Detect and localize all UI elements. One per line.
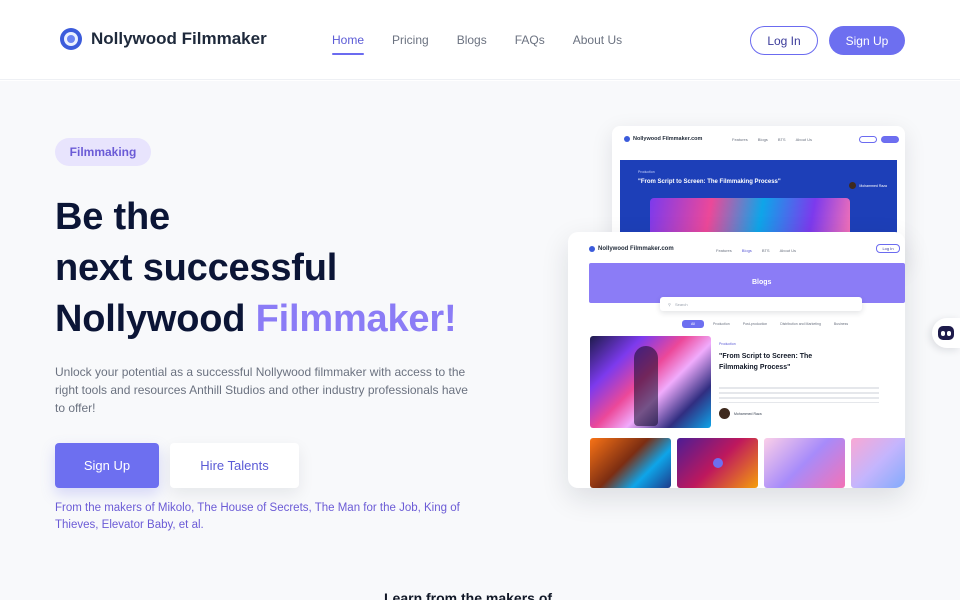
mockup-navbar: Nollywood Filmmaker.com Features Blogs B… bbox=[568, 240, 905, 260]
chip: Business bbox=[833, 322, 849, 326]
nav-home[interactable]: Home bbox=[332, 33, 365, 55]
mockup-logo: Nollywood Filmmaker.com bbox=[589, 246, 674, 252]
mockup-signup-btn bbox=[881, 135, 899, 143]
avatar bbox=[849, 182, 857, 189]
makers-credits: From the makers of Mikolo, The House of … bbox=[55, 502, 460, 531]
avatar bbox=[719, 408, 730, 419]
mockup-banner-title: Blogs bbox=[752, 279, 772, 286]
top-navbar: Nollywood Filmmaker Home Pricing Blogs F… bbox=[0, 0, 960, 80]
category-badge: Filmmaking bbox=[55, 138, 151, 166]
hero-description: Unlock your potential as a successful No… bbox=[55, 365, 468, 415]
mockup-post-excerpt bbox=[719, 387, 879, 403]
mini-logo-icon bbox=[624, 136, 630, 142]
mockup-logo-text: Nollywood Filmmaker.com bbox=[598, 246, 674, 252]
search-icon: ⚲ bbox=[668, 301, 671, 307]
thumbnail bbox=[590, 438, 671, 488]
nav-pricing[interactable]: Pricing bbox=[392, 33, 429, 47]
headline-line-3: Nollywood bbox=[55, 298, 256, 340]
chip: Distribution and Marketing bbox=[780, 322, 821, 326]
logo-text: Nollywood Filmmaker bbox=[91, 29, 267, 48]
chat-widget-button[interactable] bbox=[932, 318, 960, 348]
chip: All bbox=[682, 320, 704, 328]
headline-line-2: next successful bbox=[55, 247, 338, 289]
mockup-logo-text: Nollywood Filmmaker.com bbox=[633, 136, 703, 142]
mockup-search-placeholder: Search bbox=[674, 301, 688, 307]
headline-line-1: Be the bbox=[55, 196, 170, 238]
signup-button-header[interactable]: Sign Up bbox=[829, 26, 905, 55]
mockup-link: Features bbox=[732, 136, 748, 142]
mockup-link: About Us bbox=[795, 136, 813, 142]
chatbot-eye bbox=[947, 330, 951, 336]
mockup-author: Mohammed Raza bbox=[849, 182, 887, 189]
chip: Production bbox=[713, 322, 730, 326]
mockup-search: ⚲ Search bbox=[660, 297, 862, 311]
mockup-navbar: Nollywood Filmmaker.com Features Blogs B… bbox=[612, 126, 905, 152]
nav-blogs[interactable]: Blogs bbox=[457, 33, 487, 47]
mockup-author-name: Mohammed Raza bbox=[734, 411, 762, 416]
mockup-login-btn bbox=[859, 135, 877, 143]
login-button[interactable]: Log In bbox=[750, 26, 818, 55]
mockup-post-title: "From Script to Screen: The Filmmaking P… bbox=[719, 353, 813, 371]
mockup-category: Production bbox=[638, 170, 655, 174]
signup-button-hero[interactable]: Sign Up bbox=[55, 443, 159, 488]
nav-faqs[interactable]: FAQs bbox=[515, 33, 545, 47]
chatbot-eye bbox=[941, 330, 945, 336]
thumbnail bbox=[764, 438, 845, 488]
site-logo[interactable]: Nollywood Filmmaker bbox=[60, 28, 267, 50]
mockup-banner-title: "From Script to Screen: The Filmmaking P… bbox=[638, 179, 781, 185]
mockup-link: BTS bbox=[777, 136, 786, 142]
hire-talents-button[interactable]: Hire Talents bbox=[170, 443, 299, 488]
chip: Post-production bbox=[742, 322, 768, 326]
mockup-post-author: Mohammed Raza bbox=[719, 408, 762, 419]
chatbot-icon bbox=[938, 326, 954, 340]
section-title: Learn from the makers of bbox=[384, 590, 553, 600]
mockup-author-name: Mohammed Raza bbox=[859, 183, 887, 188]
thumbnail bbox=[851, 438, 905, 488]
nav-about-us[interactable]: About Us bbox=[573, 33, 622, 47]
mockup-login-btn: Log In bbox=[876, 244, 900, 253]
mockup-links: Features Blogs BTS About Us bbox=[732, 137, 812, 142]
headline-accent: Filmmaker! bbox=[255, 298, 457, 340]
blog-preview-screenshot-front: Nollywood Filmmaker.com Features Blogs B… bbox=[568, 232, 905, 488]
hero-headline: Be the next successful Nollywood Filmmak… bbox=[55, 192, 457, 345]
mockup-link: Features bbox=[716, 248, 732, 253]
mockup-buttons bbox=[859, 135, 899, 143]
main-nav: Home Pricing Blogs FAQs About Us bbox=[332, 33, 622, 55]
mockup-link: Blogs bbox=[757, 136, 768, 142]
mockup-link-active: Blogs bbox=[741, 248, 752, 253]
mockup-link: BTS bbox=[761, 248, 770, 253]
mockup-category-chips: All Production Post-production Distribut… bbox=[682, 320, 852, 328]
mockup-link: About Us bbox=[779, 248, 797, 253]
mockup-logo: Nollywood Filmmaker.com bbox=[624, 136, 702, 142]
camera-lens-icon bbox=[60, 28, 82, 50]
mockup-post-category: Production bbox=[719, 342, 736, 346]
mockup-thumbnails bbox=[590, 438, 905, 488]
mockup-links: Features Blogs BTS About Us bbox=[716, 248, 796, 253]
mini-logo-icon bbox=[589, 246, 595, 252]
thumbnail bbox=[677, 438, 758, 488]
mockup-feature-image bbox=[590, 336, 711, 428]
